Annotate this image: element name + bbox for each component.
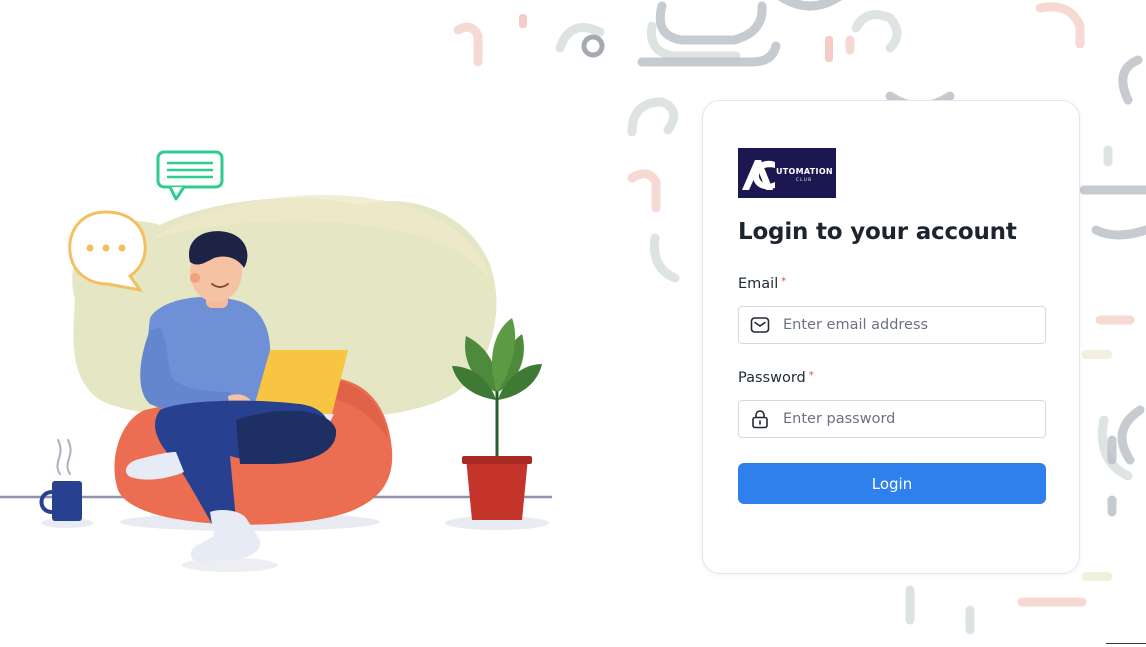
password-label: Password * [738,370,814,386]
mail-icon [750,317,770,333]
login-button[interactable]: Login [738,463,1046,504]
password-input[interactable] [783,401,1038,437]
logo-subtext: CLUB [796,177,813,182]
email-input[interactable] [783,307,1038,343]
required-marker: * [808,370,814,381]
potted-plant-icon [452,318,542,520]
login-page: UTOMATION CLUB Login to your account Ema… [0,0,1146,647]
lock-icon [752,410,768,429]
logo-text: UTOMATION [776,167,833,176]
logo-mark-icon [742,160,775,190]
person-with-laptop-illustration [0,150,552,572]
email-field[interactable] [738,306,1046,344]
password-label-text: Password [738,370,806,386]
email-label-text: Email [738,276,779,292]
email-label: Email * [738,276,786,292]
chat-bubble-icon [156,150,224,201]
automation-club-logo: UTOMATION CLUB [738,148,836,198]
coffee-mug-icon [39,439,82,521]
login-card: UTOMATION CLUB Login to your account Ema… [702,100,1080,574]
page-title: Login to your account [738,219,1017,245]
required-marker: * [781,276,787,287]
corner-divider [1106,643,1146,644]
password-field[interactable] [738,400,1046,438]
